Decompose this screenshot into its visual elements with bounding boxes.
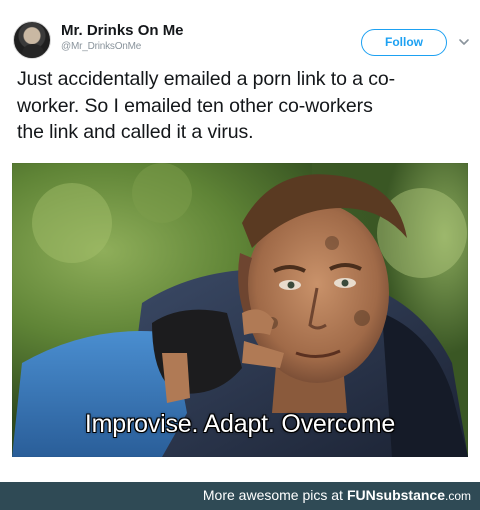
chevron-down-icon[interactable]	[458, 36, 470, 48]
follow-button[interactable]: Follow	[361, 29, 447, 56]
footer-prefix: More awesome pics at	[202, 487, 343, 503]
brand-fun: FUN	[346, 487, 376, 503]
display-name[interactable]: Mr. Drinks On Me	[61, 22, 184, 39]
site-footer-banner[interactable]: More awesome pics at FUNsubstance.com	[0, 482, 480, 510]
user-handle[interactable]: @Mr_DrinksOnMe	[61, 41, 141, 52]
brand-substance: substance	[375, 487, 445, 503]
tweet-header: Mr. Drinks On Me @Mr_DrinksOnMe Follow	[0, 0, 480, 66]
footer-text: More awesome pics at FUNsubstance.com	[203, 487, 471, 503]
tweet-text-line: worker. So I emailed ten other co-worker…	[17, 94, 373, 117]
meme-photo[interactable]: Improvise. Adapt. Overcome	[12, 163, 468, 457]
brand-domain: .com	[444, 489, 471, 503]
tweet-text-line: Just accidentally emailed a porn link to…	[17, 68, 396, 90]
avatar[interactable]	[13, 21, 51, 59]
tweet-text-line: the link and called it a virus.	[17, 121, 254, 143]
meme-caption: Improvise. Adapt. Overcome	[84, 410, 396, 438]
tweet-text: Just accidentally emailed a porn link to…	[17, 66, 475, 146]
